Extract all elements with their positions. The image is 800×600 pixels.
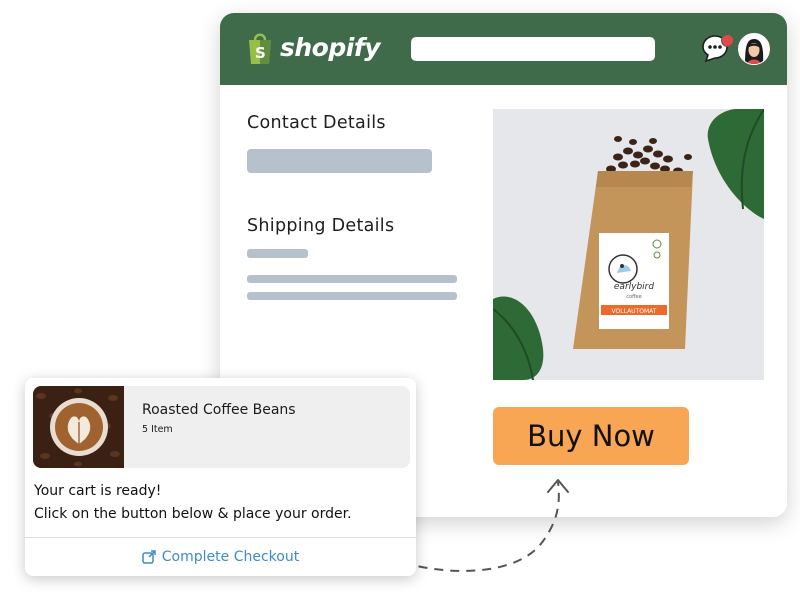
cart-ready-text: Your cart is ready! bbox=[34, 483, 162, 499]
bag-label: VOLLAUTOMAT bbox=[612, 308, 657, 315]
shopify-bag-icon: S bbox=[249, 33, 271, 64]
cart-notification-card: Roasted Coffee Beans 5 Item Your cart is… bbox=[25, 378, 416, 576]
user-avatar-icon bbox=[739, 34, 769, 64]
external-link-icon bbox=[142, 550, 156, 564]
complete-checkout-link[interactable]: Complete Checkout bbox=[25, 538, 416, 576]
latte-art-image bbox=[33, 386, 124, 468]
shipping-line-1 bbox=[247, 275, 457, 283]
complete-checkout-label: Complete Checkout bbox=[161, 549, 300, 565]
item-name: Roasted Coffee Beans bbox=[142, 402, 296, 418]
brand-logo-text: shopify bbox=[280, 33, 381, 62]
search-input[interactable] bbox=[411, 37, 655, 61]
contact-field-placeholder[interactable] bbox=[247, 149, 432, 173]
buy-now-button[interactable]: Buy Now bbox=[493, 407, 689, 465]
notification-badge bbox=[721, 34, 734, 47]
bag-brand-sub: coffee bbox=[626, 294, 641, 300]
shipping-line-2 bbox=[247, 292, 457, 300]
shipping-details-heading: Shipping Details bbox=[247, 216, 395, 236]
cart-item: Roasted Coffee Beans 5 Item bbox=[33, 386, 410, 468]
product-image: earlybird coffee VOLLAUTOMAT bbox=[493, 109, 764, 380]
cart-instruction-text: Click on the button below & place your o… bbox=[34, 506, 352, 522]
bag-brand-text: earlybird bbox=[614, 282, 654, 292]
svg-text:S: S bbox=[255, 44, 266, 62]
avatar[interactable] bbox=[738, 33, 770, 65]
shipping-line-short bbox=[247, 249, 308, 258]
contact-details-heading: Contact Details bbox=[247, 113, 386, 133]
item-quantity: 5 Item bbox=[142, 424, 173, 435]
top-bar: S shopify bbox=[220, 13, 787, 85]
